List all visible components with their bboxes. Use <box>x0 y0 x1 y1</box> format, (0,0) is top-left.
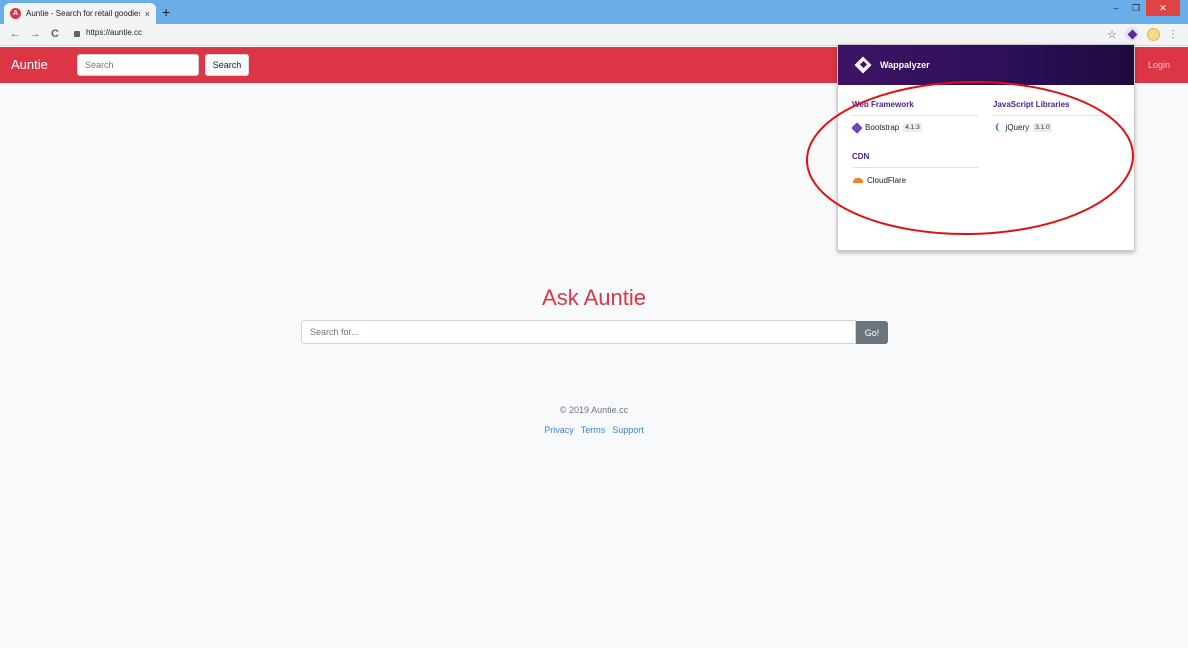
tech-jquery[interactable]: ❨ jQuery 3.1.0 <box>994 123 1052 132</box>
browser-tab-bar: A Auntie - Search for retail goodies × +… <box>0 0 1188 24</box>
tech-bootstrap[interactable]: Bootstrap 4.1.3 <box>851 121 922 134</box>
category-cdn[interactable]: CDN <box>852 152 869 161</box>
new-tab-button[interactable]: + <box>162 4 170 20</box>
category-web-framework[interactable]: Web Framework <box>852 100 914 109</box>
login-link[interactable]: Login <box>1148 60 1170 70</box>
auntie-favicon-icon: A <box>10 8 21 19</box>
profile-avatar-icon[interactable] <box>1147 27 1160 41</box>
terms-link[interactable]: Terms <box>581 425 606 435</box>
toolbar-icons: ☆ ⋮ <box>1107 27 1178 41</box>
wappalyzer-header: Wappalyzer <box>838 45 1134 85</box>
address-bar: ← → C https://auntie.cc ☆ ⋮ <box>0 24 1188 46</box>
tech-version: 4.1.3 <box>903 123 922 132</box>
browser-menu-icon[interactable]: ⋮ <box>1168 29 1178 40</box>
tech-name: Bootstrap <box>865 123 900 132</box>
close-window-button[interactable]: ✕ <box>1146 0 1180 16</box>
go-button[interactable]: Go! <box>856 321 888 344</box>
category-divider <box>993 115 1120 116</box>
page-heading: Ask Auntie <box>542 285 646 310</box>
tech-version: 3.1.0 <box>1033 123 1052 132</box>
main-search-placeholder: Search for... <box>310 327 359 337</box>
minimize-button[interactable]: – <box>1106 0 1126 16</box>
category-divider <box>852 115 979 116</box>
main-search-input[interactable]: Search for... <box>301 320 856 344</box>
tab-title: Auntie - Search for retail goodies <box>26 9 140 18</box>
jquery-icon: ❨ <box>994 122 1002 132</box>
navbar-search-input[interactable] <box>77 54 199 76</box>
tech-name: CloudFlare <box>867 176 907 185</box>
bookmark-star-icon[interactable]: ☆ <box>1107 28 1117 41</box>
url-field[interactable]: https://auntie.cc <box>74 28 142 37</box>
wappalyzer-extension-icon[interactable] <box>1125 27 1139 41</box>
category-javascript-libraries[interactable]: JavaScript Libraries <box>993 100 1069 109</box>
restore-button[interactable]: ❐ <box>1126 0 1146 16</box>
tech-cloudflare[interactable]: CloudFlare <box>853 176 906 185</box>
lock-icon <box>74 30 80 37</box>
reload-icon[interactable]: C <box>48 28 62 40</box>
wappalyzer-popup: Wappalyzer Web Framework Bootstrap 4.1.3… <box>837 44 1135 251</box>
tab-close-icon[interactable]: × <box>145 9 150 19</box>
copyright-text: © 2019 Auntie.cc <box>559 405 629 415</box>
bootstrap-icon <box>851 121 863 134</box>
category-divider <box>852 167 979 168</box>
browser-tab[interactable]: A Auntie - Search for retail goodies × <box>4 3 156 24</box>
wappalyzer-title: Wappalyzer <box>880 60 930 70</box>
support-link[interactable]: Support <box>612 425 644 435</box>
footer-links: Privacy Terms Support <box>0 425 1188 435</box>
cloudflare-icon <box>853 178 863 183</box>
wappalyzer-logo-icon <box>852 56 874 74</box>
tech-name: jQuery <box>1005 123 1030 132</box>
window-controls: – ❐ ✕ <box>1106 0 1180 16</box>
back-arrow-icon[interactable]: ← <box>8 28 22 40</box>
brand-link[interactable]: Auntie <box>11 57 48 72</box>
url-text: https://auntie.cc <box>86 28 143 37</box>
privacy-link[interactable]: Privacy <box>544 425 574 435</box>
forward-arrow-icon[interactable]: → <box>28 28 42 40</box>
navbar-search-button[interactable]: Search <box>205 54 249 76</box>
